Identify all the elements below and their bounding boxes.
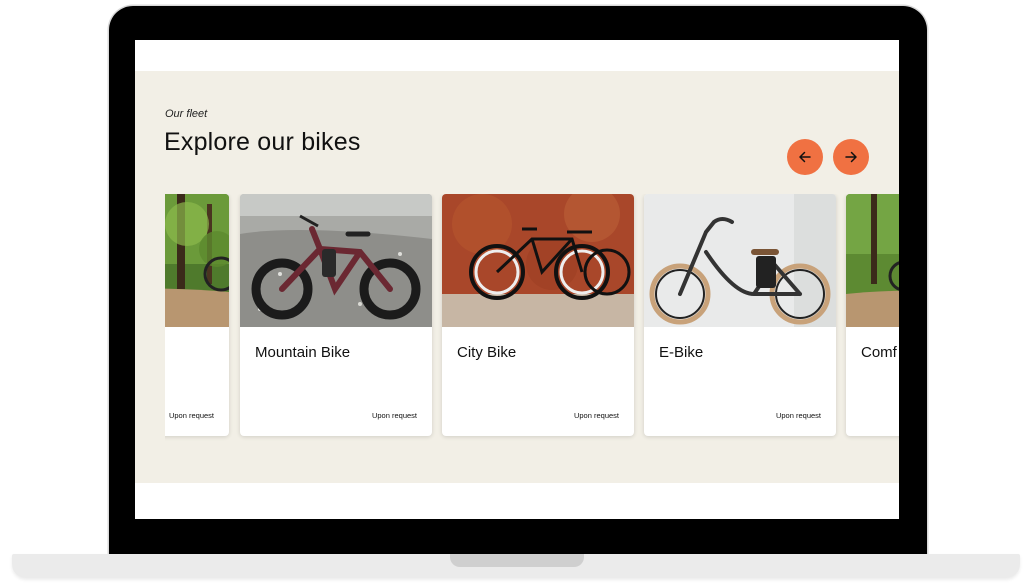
- bike-card-name: Mountain Bike: [255, 344, 351, 361]
- bike-card-name: City Bike: [457, 344, 517, 361]
- cruiser-e-bike-photo: [644, 194, 836, 327]
- section-title: Explore our bikes: [164, 128, 361, 156]
- forest-trail-bike-photo: [165, 194, 229, 327]
- bike-card-ebike[interactable]: E-Bike Upon request: [644, 194, 836, 436]
- section-eyebrow: Our fleet: [165, 108, 208, 120]
- laptop-notch: [450, 554, 584, 567]
- fleet-section: Our fleet Explore our bikes Upon request…: [135, 71, 899, 483]
- arrow-left-icon: [799, 151, 811, 163]
- bike-card-name: Comf: [861, 344, 897, 361]
- bike-card-comfort[interactable]: Comf: [846, 194, 899, 436]
- bike-card-city[interactable]: City Bike Upon request: [442, 194, 634, 436]
- bike-card-price: Upon request: [168, 411, 214, 420]
- fat-tire-mountain-bike-photo: [240, 194, 432, 327]
- city-bikes-on-orange-wall-photo: [442, 194, 634, 327]
- bike-card-name: E-Bike: [659, 344, 704, 361]
- laptop-screen: Our fleet Explore our bikes Upon request…: [135, 40, 899, 519]
- bike-card-price: Upon request: [371, 411, 417, 420]
- carousel-next-button[interactable]: [833, 139, 869, 175]
- bike-card[interactable]: Upon request: [165, 194, 229, 436]
- forest-trail-bike-photo: [846, 194, 899, 327]
- bike-card-mountain[interactable]: Mountain Bike Upon request: [240, 194, 432, 436]
- bike-carousel[interactable]: Upon request Mountain Bike Upon request …: [165, 194, 899, 444]
- bike-card-price: Upon request: [775, 411, 821, 420]
- arrow-right-icon: [845, 151, 857, 163]
- carousel-prev-button[interactable]: [787, 139, 823, 175]
- bike-card-price: Upon request: [573, 411, 619, 420]
